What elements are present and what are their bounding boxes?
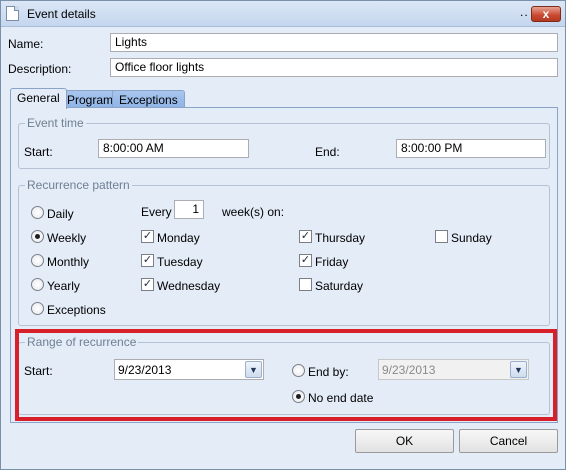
radio-daily[interactable] bbox=[31, 206, 44, 219]
sunday-checkbox[interactable] bbox=[435, 230, 448, 243]
weekly-label: Weekly bbox=[47, 231, 87, 245]
monthly-label: Monthly bbox=[47, 255, 90, 269]
event-time-legend: Event time bbox=[25, 116, 86, 130]
name-field[interactable]: Lights bbox=[110, 33, 558, 52]
wednesday-label: Wednesday bbox=[157, 279, 221, 293]
tuesday-label: Tuesday bbox=[157, 255, 203, 269]
name-label: Name: bbox=[8, 37, 44, 51]
monday-label: Monday bbox=[157, 231, 200, 245]
event-start-label: Start: bbox=[24, 145, 53, 159]
weeks-on-label: week(s) on: bbox=[222, 205, 285, 219]
every-weeks-field[interactable]: 1 bbox=[174, 200, 204, 219]
no-end-date-label: No end date bbox=[308, 391, 374, 405]
tab-general[interactable]: General bbox=[10, 88, 67, 109]
description-field[interactable]: Office floor lights bbox=[110, 58, 558, 77]
ok-button[interactable]: OK bbox=[355, 429, 454, 453]
wednesday-checkbox[interactable]: ✓ bbox=[141, 278, 154, 291]
friday-label: Friday bbox=[315, 255, 349, 269]
radio-exceptions[interactable] bbox=[31, 302, 44, 315]
close-button[interactable]: x bbox=[531, 6, 561, 22]
event-end-field[interactable]: 8:00:00 PM bbox=[396, 139, 546, 158]
friday-checkbox[interactable]: ✓ bbox=[299, 254, 312, 267]
close-icon: x bbox=[542, 7, 550, 21]
thursday-checkbox[interactable]: ✓ bbox=[299, 230, 312, 243]
radio-no-end-date[interactable] bbox=[292, 390, 305, 403]
range-legend: Range of recurrence bbox=[25, 335, 139, 349]
thursday-label: Thursday bbox=[315, 231, 366, 245]
radio-yearly[interactable] bbox=[31, 278, 44, 291]
yearly-label: Yearly bbox=[47, 279, 80, 293]
chevron-down-icon[interactable]: ▼ bbox=[510, 361, 527, 378]
sunday-label: Sunday bbox=[451, 231, 492, 245]
saturday-checkbox[interactable] bbox=[299, 278, 312, 291]
description-label: Description: bbox=[8, 62, 72, 76]
document-icon bbox=[6, 6, 19, 21]
window-title: Event details bbox=[27, 7, 96, 21]
range-start-date-picker[interactable]: 9/23/2013 ▼ bbox=[114, 359, 264, 380]
tab-program[interactable]: Program bbox=[60, 90, 121, 108]
radio-monthly[interactable] bbox=[31, 254, 44, 267]
event-end-label: End: bbox=[315, 145, 340, 159]
saturday-label: Saturday bbox=[315, 279, 364, 293]
monday-checkbox[interactable]: ✓ bbox=[141, 230, 154, 243]
tab-exceptions[interactable]: Exceptions bbox=[112, 90, 185, 108]
event-details-dialog: Event details .. x Name: Lights Descript… bbox=[0, 0, 566, 470]
end-by-date-picker[interactable]: 9/23/2013 ▼ bbox=[378, 359, 529, 380]
cancel-button[interactable]: Cancel bbox=[459, 429, 558, 453]
chevron-down-icon[interactable]: ▼ bbox=[245, 361, 262, 378]
recurrence-pattern-legend: Recurrence pattern bbox=[25, 178, 132, 192]
daily-label: Daily bbox=[47, 207, 74, 221]
radio-end-by[interactable] bbox=[292, 364, 305, 377]
tuesday-checkbox[interactable]: ✓ bbox=[141, 254, 154, 267]
range-start-label: Start: bbox=[24, 364, 53, 378]
every-label: Every bbox=[141, 205, 172, 219]
title-dots: .. bbox=[520, 5, 529, 19]
exceptions-label: Exceptions bbox=[47, 303, 106, 317]
range-start-value: 9/23/2013 bbox=[118, 363, 172, 377]
title-bar[interactable]: Event details .. x bbox=[1, 1, 565, 27]
event-start-field[interactable]: 8:00:00 AM bbox=[98, 139, 249, 158]
end-by-value: 9/23/2013 bbox=[382, 363, 436, 377]
end-by-label: End by: bbox=[308, 365, 349, 379]
radio-weekly[interactable] bbox=[31, 230, 44, 243]
